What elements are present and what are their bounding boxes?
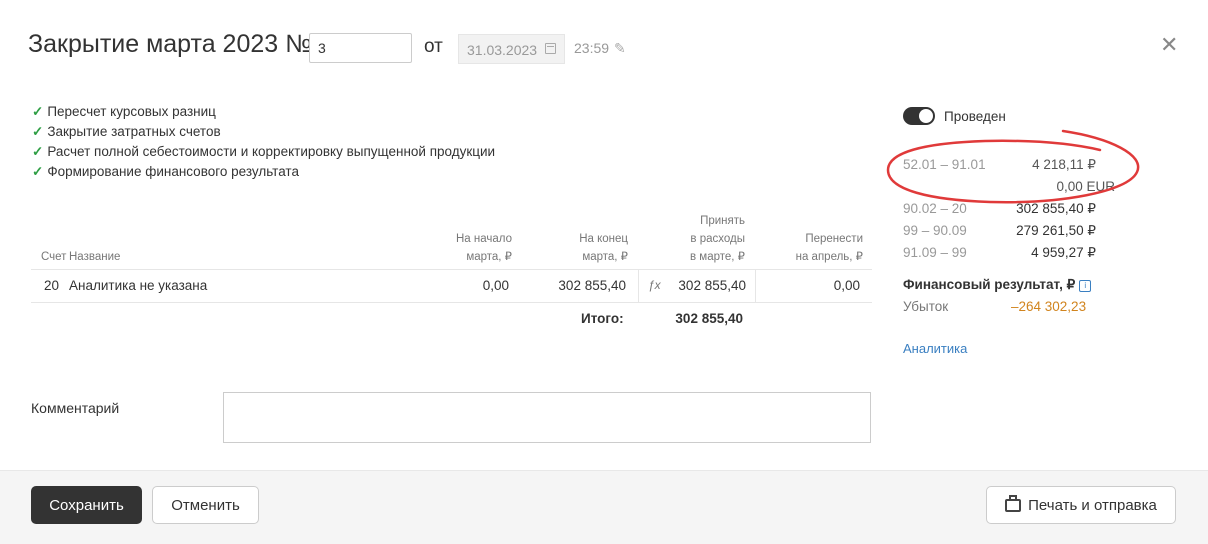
date-value: 31.03.2023 xyxy=(467,42,538,58)
table-row[interactable]: 20 Аналитика не указана 0,00 302 855,40 … xyxy=(31,270,872,302)
col-header-transfer: Перенести на апрель, ₽ xyxy=(795,233,863,263)
steps-list: ✓ Пересчет курсовых разниц ✓ Закрытие затр… xyxy=(32,102,495,182)
row-accept[interactable]: 302 855,40 xyxy=(651,278,746,293)
financial-result-title: Финансовый результат, ₽ i xyxy=(903,277,1092,293)
col-header-name: Название xyxy=(69,251,121,263)
cancel-button[interactable]: Отменить xyxy=(152,486,259,524)
entry-amount: 302 855,40 ₽ xyxy=(1016,201,1096,216)
formula-icon[interactable]: ƒx xyxy=(648,278,661,292)
col-header-start: На начало марта, ₽ xyxy=(455,233,512,263)
check-icon: ✓ xyxy=(32,104,44,119)
row-account: 20 xyxy=(44,278,60,293)
row-start: 0,00 xyxy=(482,278,509,293)
entry-account: 99 – 90.09 xyxy=(903,223,967,238)
comment-label: Комментарий xyxy=(31,400,120,416)
entry-amount: 4 959,27 ₽ xyxy=(1031,245,1096,260)
col-header-end: На конец марта, ₽ xyxy=(579,233,628,263)
posted-toggle[interactable] xyxy=(903,107,935,125)
entry-amount: 279 261,50 ₽ xyxy=(1016,223,1096,238)
printer-icon xyxy=(1005,494,1022,512)
row-transfer[interactable]: 0,00 xyxy=(781,278,860,293)
page-title: Закрытие марта 2023 № xyxy=(28,30,312,58)
analytics-link[interactable]: Аналитика xyxy=(903,341,967,356)
check-icon: ✓ xyxy=(32,144,44,159)
row-end: 302 855,40 xyxy=(558,278,626,293)
table-divider xyxy=(31,302,872,303)
check-icon: ✓ xyxy=(32,124,44,139)
toggle-knob xyxy=(919,109,933,123)
info-icon[interactable]: i xyxy=(1079,280,1092,292)
save-button[interactable]: Сохранить xyxy=(31,486,142,524)
step-item: ✓ Расчет полной себестоимости и корректир… xyxy=(32,144,496,159)
posted-label: Проведен xyxy=(944,109,1006,124)
close-icon[interactable]: ✕ xyxy=(1160,32,1178,58)
entry-account: 91.09 – 99 xyxy=(903,245,967,260)
pencil-icon[interactable]: ✎ xyxy=(614,40,626,57)
comment-textarea[interactable] xyxy=(223,392,871,443)
loss-label: Убыток xyxy=(903,299,949,314)
entry-amount: 0,00 EUR xyxy=(1056,179,1115,194)
col-header-accept: Принять в расходы в марте, ₽ xyxy=(690,215,745,263)
step-item: ✓ Формирование финансового результата xyxy=(32,164,299,179)
calendar-icon[interactable] xyxy=(545,43,556,54)
entry-account: 52.01 – 91.01 xyxy=(903,157,986,172)
loss-value: –264 302,23 xyxy=(1011,299,1087,314)
col-header-account: Счет xyxy=(41,251,67,263)
document-number-input[interactable] xyxy=(309,33,412,63)
total-label: Итого: xyxy=(581,311,624,326)
time-value: 23:59 xyxy=(574,40,610,56)
step-item: ✓ Пересчет курсовых разниц xyxy=(32,104,216,119)
entry-account: 90.02 – 20 xyxy=(903,201,967,216)
entry-amount: 4 218,11 ₽ xyxy=(1032,157,1096,172)
step-item: ✓ Закрытие затратных счетов xyxy=(32,124,221,139)
check-icon: ✓ xyxy=(32,164,44,179)
print-send-button[interactable]: Печать и отправка xyxy=(986,486,1176,524)
total-accept: 302 855,40 xyxy=(675,311,743,326)
row-name: Аналитика не указана xyxy=(69,278,208,293)
date-field[interactable]: 31.03.2023 xyxy=(458,34,565,64)
from-label: от xyxy=(424,36,443,57)
